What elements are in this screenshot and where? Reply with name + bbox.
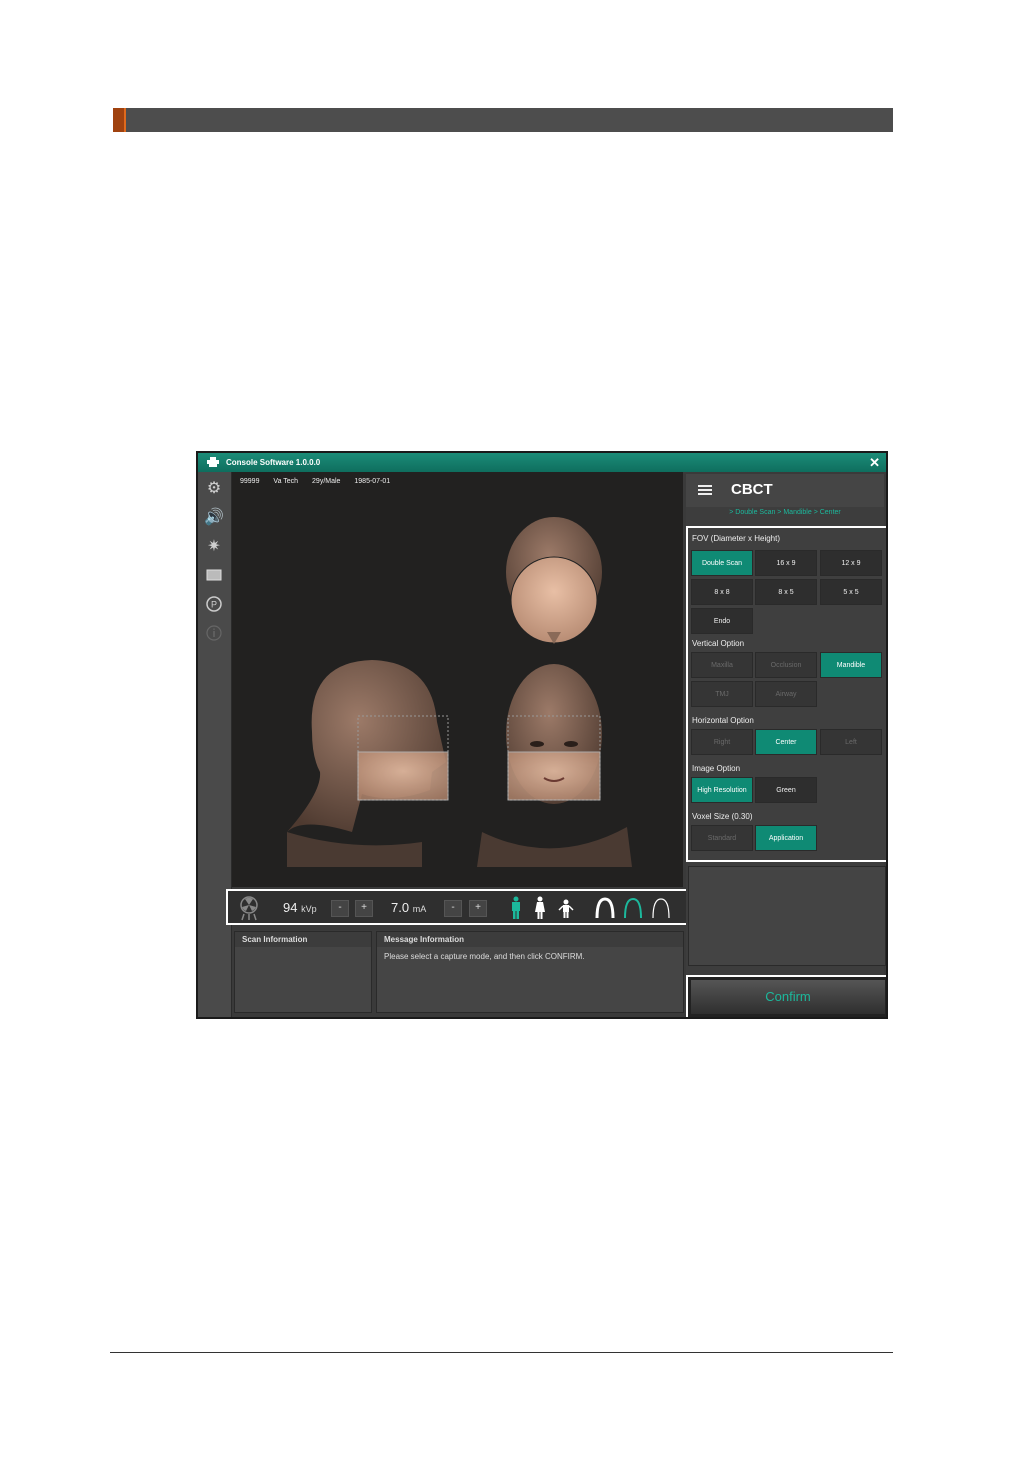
kvp-value: 94 xyxy=(283,900,298,915)
side-view-head xyxy=(287,660,449,867)
narrow-arch-icon[interactable] xyxy=(594,897,616,919)
image-high-resolution-button[interactable]: High Resolution xyxy=(691,777,753,803)
speaker-icon[interactable]: 🔊 xyxy=(204,507,224,527)
kvp-minus-button[interactable]: - xyxy=(331,900,349,917)
fov-8x5-button[interactable]: 8 x 5 xyxy=(755,579,817,605)
wide-arch-icon[interactable] xyxy=(650,897,672,919)
mode-title: CBCT xyxy=(731,481,773,498)
horizontal-center-button[interactable]: Center xyxy=(755,729,817,755)
vertical-option-label: Vertical Option xyxy=(692,639,745,648)
voxel-standard-button[interactable]: Standard xyxy=(691,825,753,851)
hamburger-menu-icon[interactable] xyxy=(698,485,712,495)
kvp-plus-button[interactable]: + xyxy=(355,900,373,917)
footer-rule xyxy=(110,1352,893,1353)
fov-5x5-button[interactable]: 5 x 5 xyxy=(820,579,882,605)
ma-value: 7.0 xyxy=(391,900,410,915)
p-target-icon[interactable]: P xyxy=(204,594,224,614)
section-header-bar xyxy=(113,108,893,132)
ma-minus-button[interactable]: - xyxy=(444,900,462,917)
kvp-readout: 94 kVp xyxy=(283,900,317,915)
info-icon xyxy=(204,623,224,643)
message-information-panel: Message Information Please select a capt… xyxy=(376,931,684,1013)
sun-icon[interactable]: ✷ xyxy=(204,536,224,556)
normal-arch-icon[interactable] xyxy=(622,897,644,919)
head-models-illustration xyxy=(287,517,632,867)
radiation-icon xyxy=(240,896,258,921)
scan-information-panel: Scan Information xyxy=(234,931,372,1013)
fov-12x9-button[interactable]: 12 x 9 xyxy=(820,550,882,576)
mode-header: CBCT xyxy=(686,474,884,507)
close-icon[interactable]: ✕ xyxy=(869,453,880,472)
message-text: Please select a capture mode, and then c… xyxy=(384,952,585,961)
child-icon[interactable] xyxy=(558,899,574,919)
gear-icon[interactable]: ⚙ xyxy=(204,478,224,498)
title-bar: Console Software 1.0.0.0 ✕ xyxy=(198,453,886,472)
adult-female-icon[interactable] xyxy=(533,896,547,920)
vertical-mandible-button[interactable]: Mandible xyxy=(820,652,882,678)
message-information-header: Message Information xyxy=(377,932,683,947)
image-green-button[interactable]: Green xyxy=(755,777,817,803)
adult-male-icon[interactable] xyxy=(509,896,523,920)
exposure-control-bar: 94 kVp - + 7.0 mA - + xyxy=(226,889,688,925)
app-logo-icon xyxy=(207,457,219,467)
vertical-occlusion-button[interactable]: Occlusion xyxy=(755,652,817,678)
ma-readout: 7.0 mA xyxy=(391,900,426,915)
horizontal-left-button[interactable]: Left xyxy=(820,729,882,755)
section-header-accent xyxy=(113,108,126,132)
confirm-frame: Confirm xyxy=(686,975,886,1017)
fov-double-scan-button[interactable]: Double Scan xyxy=(691,550,753,576)
fov-16x9-button[interactable]: 16 x 9 xyxy=(755,550,817,576)
monitor-icon[interactable] xyxy=(204,565,224,585)
confirm-button[interactable]: Confirm xyxy=(691,980,885,1014)
console-window: Console Software 1.0.0.0 ✕ ⚙ 🔊 ✷ P 99999… xyxy=(196,451,888,1019)
kvp-unit: kVp xyxy=(301,904,317,914)
fov-label: FOV (Diameter x Height) xyxy=(692,534,781,543)
ma-plus-button[interactable]: + xyxy=(469,900,487,917)
scan-information-header: Scan Information xyxy=(235,932,371,947)
fov-8x8-button[interactable]: 8 x 8 xyxy=(691,579,753,605)
options-group: FOV (Diameter x Height) Double Scan 16 x… xyxy=(686,526,886,862)
vertical-airway-button[interactable]: Airway xyxy=(755,681,817,707)
capture-mode-panel: CBCT > Double Scan > Mandible > Center F… xyxy=(686,474,886,1017)
image-option-label: Image Option xyxy=(692,764,741,773)
top-view-head xyxy=(506,517,602,644)
horizontal-right-button[interactable]: Right xyxy=(691,729,753,755)
vertical-tmj-button[interactable]: TMJ xyxy=(691,681,753,707)
fov-endo-button[interactable]: Endo xyxy=(691,608,753,634)
svg-text:P: P xyxy=(211,600,217,610)
left-toolbar: ⚙ 🔊 ✷ P xyxy=(198,472,232,1017)
ma-unit: mA xyxy=(412,904,427,914)
horizontal-option-label: Horizontal Option xyxy=(692,716,754,725)
window-title: Console Software 1.0.0.0 xyxy=(226,458,321,467)
head-preview-viewer: 99999 Va Tech 29y/Male 1985-07-01 xyxy=(232,472,683,887)
voxel-size-label: Voxel Size (0.30) xyxy=(692,812,753,821)
vertical-maxilla-button[interactable]: Maxilla xyxy=(691,652,753,678)
empty-panel-area xyxy=(688,866,886,966)
breadcrumb: > Double Scan > Mandible > Center xyxy=(729,509,841,516)
voxel-application-button[interactable]: Application xyxy=(755,825,817,851)
front-view-head xyxy=(477,664,632,867)
